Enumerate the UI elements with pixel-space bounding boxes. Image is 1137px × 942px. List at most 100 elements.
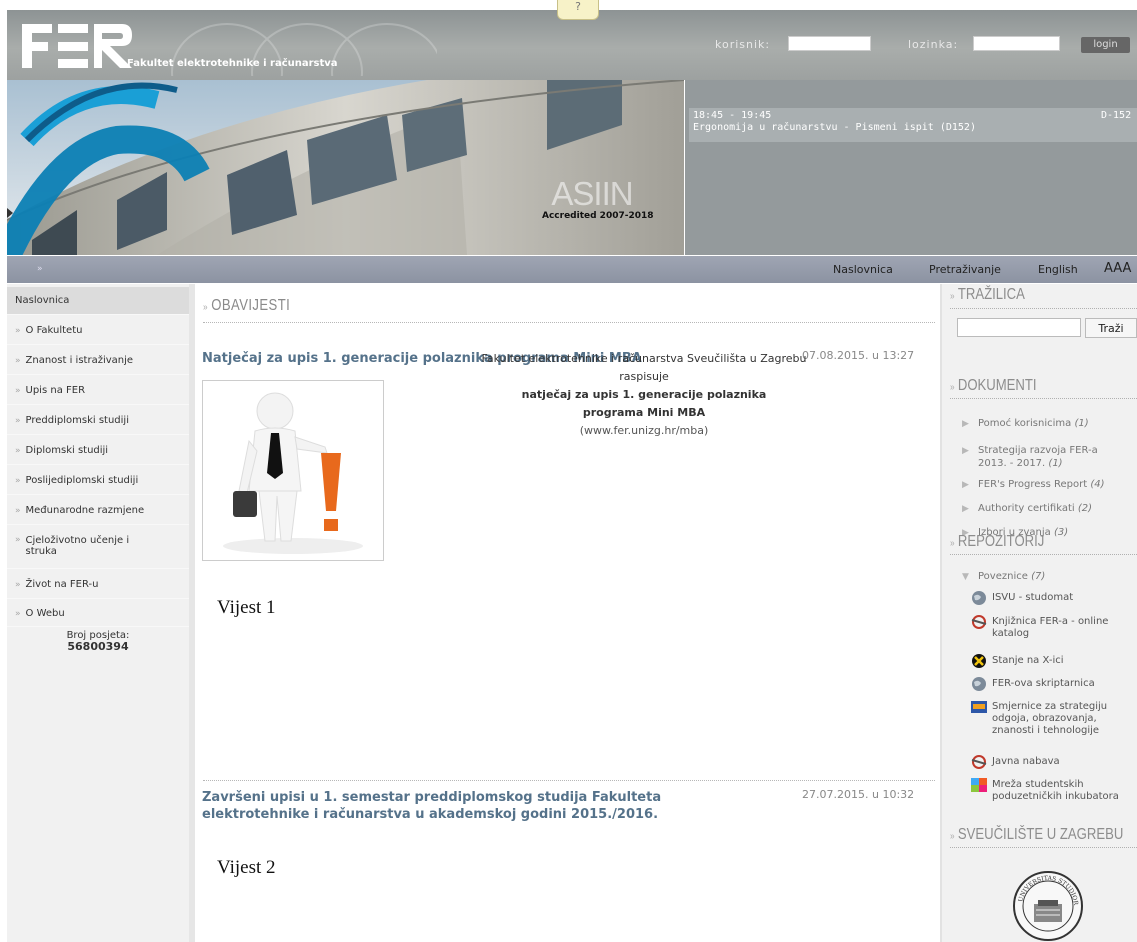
sidebar-item-diplomski[interactable]: » Diplomski studiji: [7, 437, 189, 465]
navbar-arrow-icon: »: [37, 264, 43, 274]
document-item[interactable]: ▶ Pomoć korisnicima (1): [962, 417, 1089, 431]
topnav-english[interactable]: English: [1038, 263, 1078, 276]
header: Fakultet elektrotehnike i računarstva: [7, 10, 1137, 80]
library-icon: [971, 615, 987, 629]
sidebar-item-label: Preddiplomski studiji: [25, 415, 129, 426]
fer-logo[interactable]: [22, 24, 132, 68]
triangle-right-icon: ▶: [962, 446, 969, 456]
bullet-icon: »: [15, 505, 21, 516]
businessman-exclamation-illustration: [223, 392, 363, 554]
university-seal[interactable]: UNIVERSITAS STUDIORUM ZAGRABIENSIS: [1012, 868, 1084, 942]
topnav-pretrazivanje[interactable]: Pretraživanje: [929, 263, 1001, 276]
banner-image: ASIIN Accredited 2007-2018: [7, 80, 684, 255]
link-knjiznica[interactable]: Knjižnica FER-a - online katalog: [970, 615, 1109, 640]
events-panel: 18:45 - 19:45 D-152 Ergonomija u računar…: [685, 80, 1137, 255]
sidebar-item-znanost[interactable]: » Znanost i istraživanje: [7, 347, 189, 375]
link-label: poduzetničkih inkubatora: [992, 791, 1119, 802]
sidebar-item-naslovnica[interactable]: Naslovnica: [7, 287, 189, 315]
document-label: Strategija razvoja FER-a: [978, 445, 1098, 456]
link-label: ISVU - studomat: [992, 592, 1074, 603]
news-label-1: Vijest 1: [217, 597, 276, 618]
link-javna-nabava[interactable]: Javna nabava: [970, 755, 1060, 769]
links-group-toggle[interactable]: ▼ Poveznice (7): [962, 570, 1045, 584]
link-isvu[interactable]: ISVU - studomat: [970, 591, 1074, 605]
search-button[interactable]: Traži: [1085, 318, 1137, 338]
section-title-text: OBAVIJESTI: [211, 297, 291, 314]
document-count: (4): [1090, 479, 1105, 490]
help-tab[interactable]: ?: [557, 0, 599, 20]
sidebar-item-upis[interactable]: » Upis na FER: [7, 377, 189, 405]
news-text-bold: natječaj za upis 1. generacije polaznika: [521, 388, 767, 401]
link-label: Smjernice za strategiju: [992, 701, 1108, 712]
sidebar-item-poslijediplomski[interactable]: » Poslijediplomski studiji: [7, 467, 189, 495]
visit-counter: Broj posjeta: 56800394: [7, 630, 189, 652]
sidebar-item-o-fakultetu[interactable]: » O Fakultetu: [7, 317, 189, 345]
document-item[interactable]: ▶ FER's Progress Report (4): [962, 478, 1105, 492]
login-button[interactable]: login: [1081, 37, 1130, 53]
link-label: Knjižnica FER-a - online: [992, 616, 1109, 627]
help-icon: ?: [575, 0, 581, 13]
bullet-icon: »: [15, 445, 21, 456]
sidebar-item-preddiplomski[interactable]: » Preddiplomski studiji: [7, 407, 189, 435]
link-smjernice[interactable]: Smjernice za strategiju odgoja, obrazovan…: [970, 701, 1107, 737]
link-xica[interactable]: Stanje na X-ici: [970, 654, 1064, 668]
event-item[interactable]: 18:45 - 19:45 D-152 Ergonomija u računar…: [689, 108, 1137, 142]
news-title-line: elektrotehnike i računarstva u akademsko…: [202, 807, 659, 822]
bullet-icon: »: [950, 291, 955, 302]
document-count: (2): [1077, 503, 1093, 514]
bullet-icon: »: [15, 475, 21, 486]
sidebar-item-label: Naslovnica: [15, 295, 70, 306]
sidebar-item-label: Upis na FER: [25, 385, 86, 396]
bullet-icon: »: [203, 302, 208, 313]
news-text-bold: programa Mini MBA: [582, 406, 706, 419]
sidebar-item-label: Znanost i istraživanje: [25, 355, 134, 366]
document-count: (3): [1053, 527, 1069, 538]
document-item[interactable]: ▶ Authority certifikati (2): [962, 502, 1092, 516]
section-title: » OBAVIJESTI: [203, 297, 290, 315]
triangle-right-icon: ▶: [962, 504, 969, 514]
logo-subtitle: Fakultet elektrotehnike i računarstva: [127, 58, 338, 69]
font-size-toggle[interactable]: AAA: [1104, 261, 1131, 276]
link-label: FER-ova skriptarnica: [992, 678, 1095, 689]
divider: [203, 322, 935, 323]
sidebar-item-o-webu[interactable]: » O Webu: [7, 601, 189, 627]
password-input[interactable]: [973, 36, 1060, 51]
visit-count: 56800394: [67, 640, 129, 653]
links-header: Poveznice: [978, 571, 1028, 582]
university-seal-icon: UNIVERSITAS STUDIORUM ZAGRABIENSIS: [1012, 868, 1083, 941]
document-item[interactable]: ▶ Strategija razvoja FER-a 2013. - 2017. (…: [962, 444, 1098, 470]
news-text-line: Fakultet elektrotehnike i računarstva Sv…: [481, 352, 807, 365]
asiin-badge: ASIIN Accredited 2007-2018: [542, 175, 654, 221]
event-title: Ergonomija u računarstvu - Pismeni ispit…: [693, 122, 976, 133]
news-title-2[interactable]: Završeni upisi u 1. semestar preddiploms…: [202, 789, 792, 823]
documents-title: » DOKUMENTI: [950, 377, 1037, 395]
bullet-icon: »: [950, 382, 955, 393]
sidebar-item-zivot[interactable]: » Život na FER-u: [7, 571, 189, 599]
news-label-2: Vijest 2: [217, 857, 276, 878]
password-label: lozinka:: [908, 38, 959, 51]
event-room: D-152: [1101, 110, 1132, 121]
document-label: Authority certifikati: [978, 503, 1075, 514]
sidebar-item-cjelozivotno[interactable]: » Cjeloživotno učenje i struka: [7, 527, 189, 569]
link-skriptarnica[interactable]: FER-ova skriptarnica: [970, 677, 1095, 691]
link-label: znanosti i tehnologije: [992, 725, 1100, 736]
bullet-icon: »: [950, 831, 955, 842]
divider: [950, 308, 1137, 309]
x-status-icon: [972, 654, 986, 668]
link-label: katalog: [992, 628, 1030, 639]
news-link[interactable]: (www.fer.unizg.hr/mba): [420, 422, 868, 440]
incubator-icon: [971, 778, 987, 792]
sidebar-item-label: O Webu: [25, 608, 65, 619]
globe-icon: [972, 677, 986, 691]
repository-title: » REPOZITORIJ: [950, 533, 1044, 551]
search-input[interactable]: [957, 318, 1081, 337]
bullet-icon: »: [15, 355, 21, 366]
news-image-1[interactable]: [202, 380, 384, 561]
link-label: Mreža studentskih: [992, 779, 1084, 790]
globe-icon: [972, 591, 986, 605]
sidebar-item-medunarodne[interactable]: » Međunarodne razmjene: [7, 497, 189, 525]
username-input[interactable]: [788, 36, 871, 51]
sidebar-item-label: O Fakultetu: [25, 325, 83, 336]
link-inkubatori[interactable]: Mreža studentskih poduzetničkih inkubator…: [970, 778, 1119, 803]
topnav-naslovnica[interactable]: Naslovnica: [833, 263, 893, 276]
